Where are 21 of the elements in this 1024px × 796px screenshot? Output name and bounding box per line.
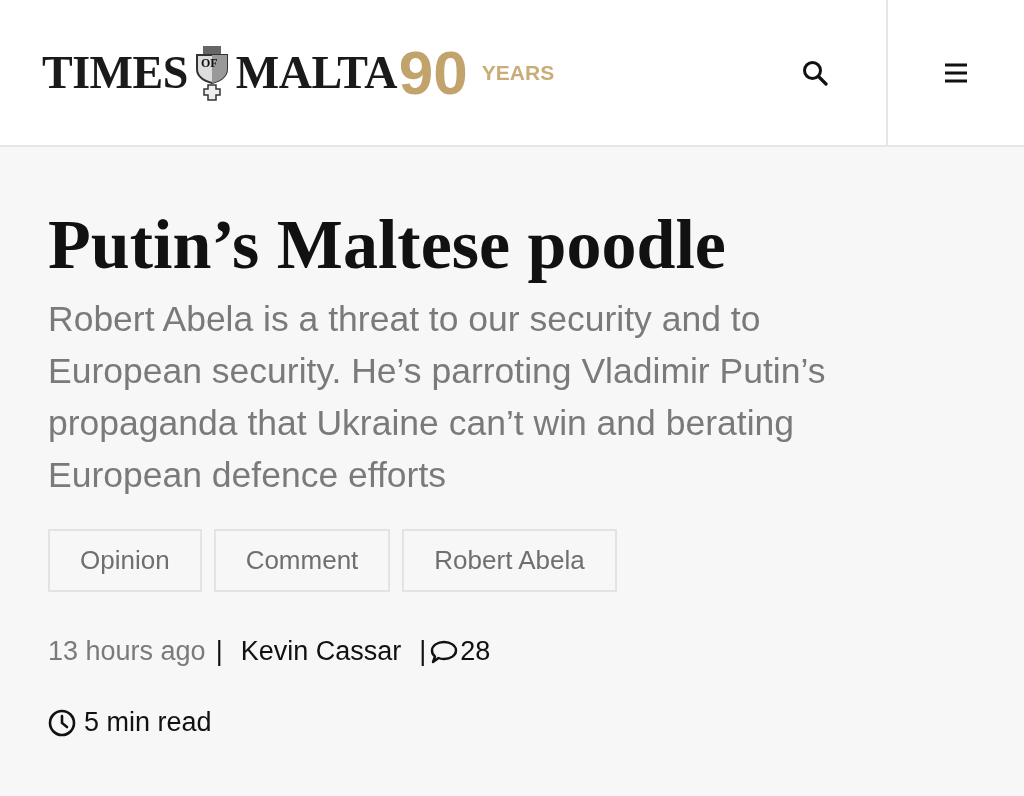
separator: |	[215, 636, 223, 667]
comments-link[interactable]: 28	[430, 636, 491, 667]
anniversary-number: 90	[398, 41, 468, 104]
clock-icon	[48, 708, 76, 737]
tag-link[interactable]: Opinion	[48, 529, 202, 592]
tag-link[interactable]: Robert Abela	[402, 529, 617, 592]
speech-bubble-icon	[430, 639, 459, 664]
author-link[interactable]: Kevin Cassar	[240, 636, 402, 667]
crest-icon	[193, 44, 230, 101]
logo-wordmark[interactable]: MALTA	[235, 46, 397, 99]
anniversary-label: YEARS	[481, 60, 555, 85]
tag-link[interactable]: Comment	[213, 529, 391, 592]
separator: |	[419, 636, 427, 667]
headline: Putin’s Maltese poodle	[48, 205, 727, 285]
menu-icon	[944, 62, 968, 83]
crest-label: OF	[201, 55, 218, 71]
publish-time: 13 hours ago	[48, 636, 206, 667]
standfirst: Robert Abela is a threat to our security and to European security. He’s parroting Vladimir Putin’s propaganda that Ukraine can’t win and berating European defence efforts	[48, 298, 827, 497]
logo-wordmark[interactable]: TIMES	[42, 46, 188, 99]
search-icon	[802, 59, 828, 86]
read-time: 5 min read	[84, 707, 212, 738]
